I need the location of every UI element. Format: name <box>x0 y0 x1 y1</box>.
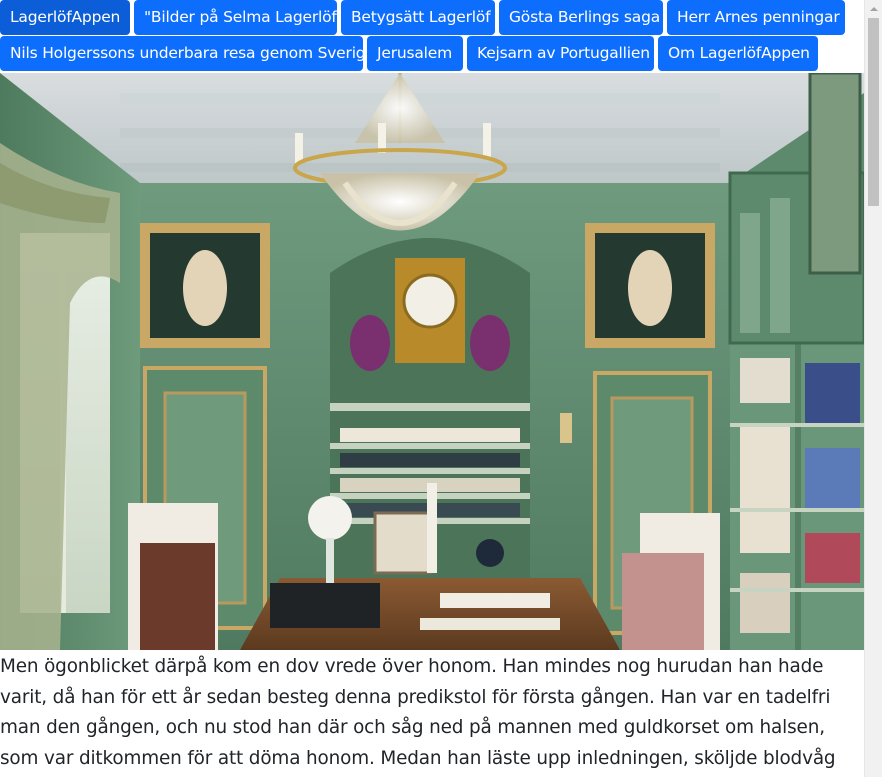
study-room-photo <box>0 73 864 650</box>
nav-herr-arnes-penningar[interactable]: Herr Arnes penningar <box>667 0 845 35</box>
nav-nils-holgersson[interactable]: Nils Holgerssons underbara resa genom Sv… <box>0 36 375 71</box>
nav-gosta-berlings-saga[interactable]: Gösta Berlings saga <box>499 0 663 35</box>
story-paragraph: Men ögonblicket därpå kom en dov vrede ö… <box>0 656 836 769</box>
scroll-thumb[interactable] <box>868 18 879 206</box>
scroll-up-arrow-icon[interactable] <box>865 0 882 17</box>
nav-jerusalem[interactable]: Jerusalem <box>367 36 463 71</box>
nav-bilder[interactable]: "Bilder på Selma Lagerlöf <box>134 0 337 35</box>
nav-om-lagerlofappen[interactable]: Om LagerlöfAppen <box>658 36 818 71</box>
nav-kejsarn-av-portugallien[interactable]: Kejsarn av Portugallien <box>467 36 654 71</box>
vertical-scrollbar[interactable] <box>864 0 882 777</box>
nav-betygsatt[interactable]: Betygsätt Lagerlöf <box>341 0 495 35</box>
nav-lagerlofappen[interactable]: LagerlöfAppen <box>0 0 130 35</box>
